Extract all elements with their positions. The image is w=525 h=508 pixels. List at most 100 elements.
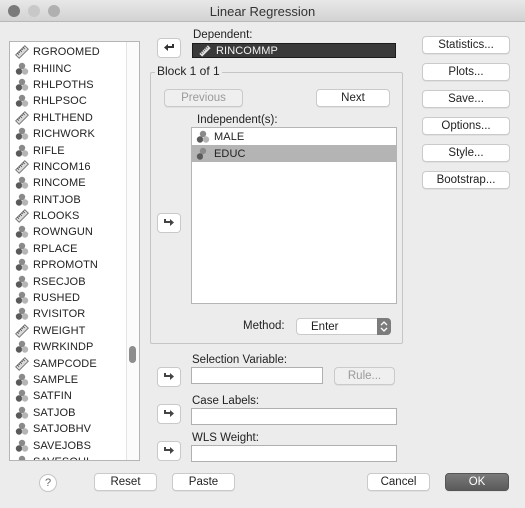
variable-name: RHLPSOC bbox=[33, 95, 87, 108]
nominal-circles-icon bbox=[15, 307, 29, 321]
nominal-circles-icon bbox=[15, 242, 29, 256]
next-block-button[interactable]: Next bbox=[316, 89, 390, 107]
variable-item[interactable]: SAVESOUL bbox=[10, 454, 125, 460]
reset-button[interactable]: Reset bbox=[94, 473, 157, 491]
variable-item[interactable]: RHIINC bbox=[10, 60, 125, 76]
variable-list-scrollbar[interactable] bbox=[126, 42, 139, 460]
variable-name: SATJOB bbox=[33, 406, 76, 419]
selection-variable-field[interactable] bbox=[191, 367, 323, 384]
move-to-selection-variable-button[interactable] bbox=[157, 367, 181, 387]
variable-item[interactable]: ROWNGUN bbox=[10, 224, 125, 240]
variable-item[interactable]: RINCOME bbox=[10, 175, 125, 191]
variable-item[interactable]: SATFIN bbox=[10, 388, 125, 404]
variable-item[interactable]: RWRKINDP bbox=[10, 339, 125, 355]
scale-ruler-icon bbox=[15, 110, 29, 125]
variable-item[interactable]: RHLPSOC bbox=[10, 93, 125, 109]
nominal-circles-icon bbox=[15, 62, 29, 76]
variable-item[interactable]: RINCOM16 bbox=[10, 159, 125, 175]
variable-name: RHLPOTHS bbox=[33, 78, 94, 91]
arrow-right-icon bbox=[164, 410, 174, 417]
move-to-case-labels-button[interactable] bbox=[157, 404, 181, 424]
variable-name: SAMPLE bbox=[33, 374, 79, 386]
nominal-circles-icon bbox=[15, 406, 29, 420]
cancel-button[interactable]: Cancel bbox=[367, 473, 430, 491]
ok-button[interactable]: OK bbox=[445, 473, 509, 491]
statistics-button[interactable]: Statistics... bbox=[422, 36, 510, 54]
nominal-circles-icon bbox=[15, 176, 29, 190]
style-button[interactable]: Style... bbox=[422, 144, 510, 162]
variable-items: RGROOMED RHIINC RHLPOTHS RHLPSOC RHLTHEND RIC… bbox=[10, 44, 125, 460]
method-label: Method: bbox=[243, 320, 285, 332]
move-to-dependent-button[interactable] bbox=[157, 38, 181, 58]
variable-item[interactable]: RPLACE bbox=[10, 241, 125, 257]
independent-item[interactable]: MALE bbox=[192, 128, 396, 145]
nominal-circles-icon bbox=[15, 94, 29, 108]
variable-item[interactable]: SAVEJOBS bbox=[10, 437, 125, 453]
variable-name: RLOOKS bbox=[33, 210, 80, 223]
case-labels-field[interactable] bbox=[191, 408, 397, 425]
independent-name: EDUC bbox=[214, 147, 246, 160]
variable-item[interactable]: SAMPCODE bbox=[10, 355, 125, 371]
bootstrap-button[interactable]: Bootstrap... bbox=[422, 171, 510, 189]
nominal-circles-icon bbox=[15, 455, 29, 460]
variable-name: RGROOMED bbox=[33, 46, 100, 59]
rule-button[interactable]: Rule... bbox=[334, 367, 395, 385]
arrow-left-icon bbox=[164, 44, 174, 51]
move-to-wls-weight-button[interactable] bbox=[157, 441, 181, 461]
title-bar: Linear Regression bbox=[0, 0, 525, 22]
variable-name: SAVEJOBS bbox=[33, 439, 92, 452]
nominal-circles-icon bbox=[15, 78, 29, 92]
help-button[interactable]: ? bbox=[39, 474, 57, 492]
case-labels-label: Case Labels: bbox=[192, 395, 260, 407]
variable-name: RICHWORK bbox=[33, 128, 95, 141]
variable-item[interactable]: RINTJOB bbox=[10, 192, 125, 208]
variable-item[interactable]: RHLTHEND bbox=[10, 110, 125, 126]
move-to-independents-button[interactable] bbox=[157, 213, 181, 233]
independents-list[interactable]: MALE EDUC bbox=[191, 127, 397, 304]
variable-item[interactable]: SAMPLE bbox=[10, 372, 125, 388]
variable-name: ROWNGUN bbox=[33, 226, 93, 239]
variable-item[interactable]: RLOOKS bbox=[10, 208, 125, 224]
variable-item[interactable]: RVISITOR bbox=[10, 306, 125, 322]
nominal-circles-icon bbox=[15, 340, 29, 354]
variable-name: RWRKINDP bbox=[33, 341, 94, 354]
variable-name: RINTJOB bbox=[33, 193, 81, 206]
source-variable-list[interactable]: RGROOMED RHIINC RHLPOTHS RHLPSOC RHLTHEND RIC… bbox=[9, 41, 140, 461]
previous-block-button[interactable]: Previous bbox=[164, 89, 243, 107]
block-legend: Block 1 of 1 bbox=[155, 64, 222, 78]
wls-weight-label: WLS Weight: bbox=[192, 432, 259, 444]
variable-name: SAMPCODE bbox=[33, 357, 97, 370]
variable-item[interactable]: RGROOMED bbox=[10, 44, 125, 60]
nominal-circles-icon bbox=[15, 291, 29, 305]
selection-variable-label: Selection Variable: bbox=[192, 354, 288, 366]
paste-button[interactable]: Paste bbox=[172, 473, 235, 491]
variable-item[interactable]: SATJOBHV bbox=[10, 421, 125, 437]
nominal-circles-icon bbox=[15, 193, 29, 207]
select-stepper-icon bbox=[377, 318, 391, 335]
variable-item[interactable]: RPROMOTN bbox=[10, 257, 125, 273]
variable-item[interactable]: RSECJOB bbox=[10, 273, 125, 289]
arrow-right-icon bbox=[164, 447, 174, 454]
variable-item[interactable]: RICHWORK bbox=[10, 126, 125, 142]
variable-name: RSECJOB bbox=[33, 275, 86, 288]
variable-item[interactable]: RIFLE bbox=[10, 142, 125, 158]
variable-item[interactable]: RHLPOTHS bbox=[10, 77, 125, 93]
nominal-circles-icon bbox=[15, 258, 29, 272]
options-button[interactable]: Options... bbox=[422, 117, 510, 135]
save-button[interactable]: Save... bbox=[422, 90, 510, 108]
nominal-circles-icon bbox=[15, 422, 29, 436]
method-select[interactable]: Enter bbox=[296, 318, 391, 335]
variable-name: RPLACE bbox=[33, 242, 78, 255]
scale-ruler-icon bbox=[15, 323, 29, 338]
plots-button[interactable]: Plots... bbox=[422, 63, 510, 81]
variable-item[interactable]: SATJOB bbox=[10, 405, 125, 421]
variable-name: SATJOBHV bbox=[33, 423, 92, 436]
window-title: Linear Regression bbox=[209, 4, 316, 19]
variable-item[interactable]: RWEIGHT bbox=[10, 323, 125, 339]
variable-item[interactable]: RUSHED bbox=[10, 290, 125, 306]
independent-item[interactable]: EDUC bbox=[192, 145, 396, 162]
scrollbar-thumb[interactable] bbox=[129, 346, 136, 363]
wls-weight-field[interactable] bbox=[191, 445, 397, 462]
scale-ruler-icon bbox=[15, 45, 29, 60]
dependent-field[interactable]: RINCOMMP bbox=[192, 43, 396, 58]
